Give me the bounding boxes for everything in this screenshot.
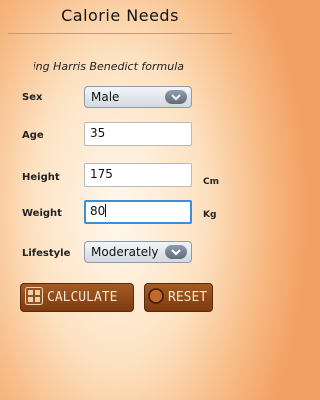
age-input[interactable]: 35: [84, 122, 192, 146]
age-label: Age: [22, 130, 44, 141]
age-value: 35: [90, 126, 106, 140]
height-label: Height: [22, 172, 60, 183]
reset-button[interactable]: RESET: [144, 283, 213, 312]
chevron-down-icon: [165, 90, 187, 104]
formula-caption-text: Using Harris Benedict formula: [34, 60, 184, 73]
sex-value: Male: [91, 90, 120, 104]
text-caret: [105, 204, 107, 217]
formula-caption: Using Harris Benedict formula: [34, 60, 184, 73]
sex-label: Sex: [22, 92, 43, 103]
lifestyle-value: Moderately: [91, 245, 159, 259]
lifestyle-dropdown[interactable]: Moderately: [84, 241, 192, 263]
calculate-button[interactable]: CALCULATE: [20, 283, 134, 312]
title-divider: [8, 33, 232, 34]
height-value: 175: [90, 167, 113, 181]
lifestyle-label: Lifestyle: [22, 248, 71, 259]
height-input[interactable]: 175: [84, 163, 192, 187]
weight-label: Weight: [22, 208, 62, 219]
weight-input[interactable]: 80: [84, 200, 192, 224]
reset-label: RESET: [168, 290, 208, 305]
calculate-label: CALCULATE: [47, 290, 118, 305]
weight-unit: Kg: [203, 210, 217, 220]
reset-circle-icon: [148, 287, 164, 308]
app-title: Calorie Needs: [61, 6, 179, 25]
chevron-down-icon: [165, 245, 187, 259]
weight-value: 80: [90, 204, 106, 218]
height-unit: Cm: [203, 177, 219, 187]
sex-dropdown[interactable]: Male: [84, 86, 192, 108]
calculator-icon: [25, 286, 43, 309]
